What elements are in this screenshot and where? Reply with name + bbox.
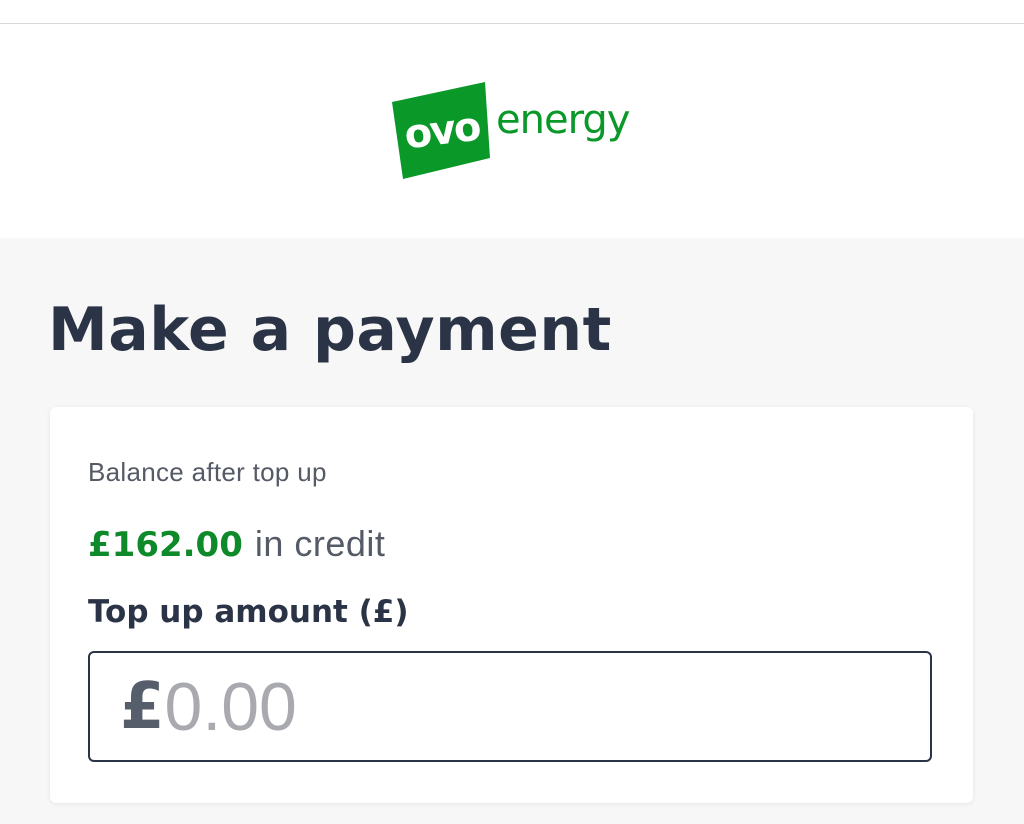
site-header: ovo energy	[0, 0, 1024, 238]
balance-amount: £162.00	[88, 525, 243, 565]
logo-wordmark: energy	[496, 97, 630, 143]
topup-amount-label: Top up amount (£)	[88, 594, 409, 630]
topup-amount-input[interactable]	[164, 661, 865, 752]
header-divider	[0, 23, 1024, 24]
ovo-energy-logo[interactable]: ovo energy	[392, 82, 642, 182]
topup-amount-field[interactable]: £	[88, 651, 932, 762]
balance-label: Balance after top up	[88, 457, 327, 487]
payment-card: Balance after top up £162.00 in credit To…	[50, 407, 973, 803]
svg-text:ovo: ovo	[402, 104, 483, 159]
balance-status: in credit	[254, 523, 386, 564]
balance-summary: £162.00 in credit	[88, 522, 385, 566]
currency-prefix: £	[120, 669, 165, 744]
page-title: Make a payment	[48, 295, 612, 365]
ovo-logo-mark: ovo	[392, 82, 490, 179]
